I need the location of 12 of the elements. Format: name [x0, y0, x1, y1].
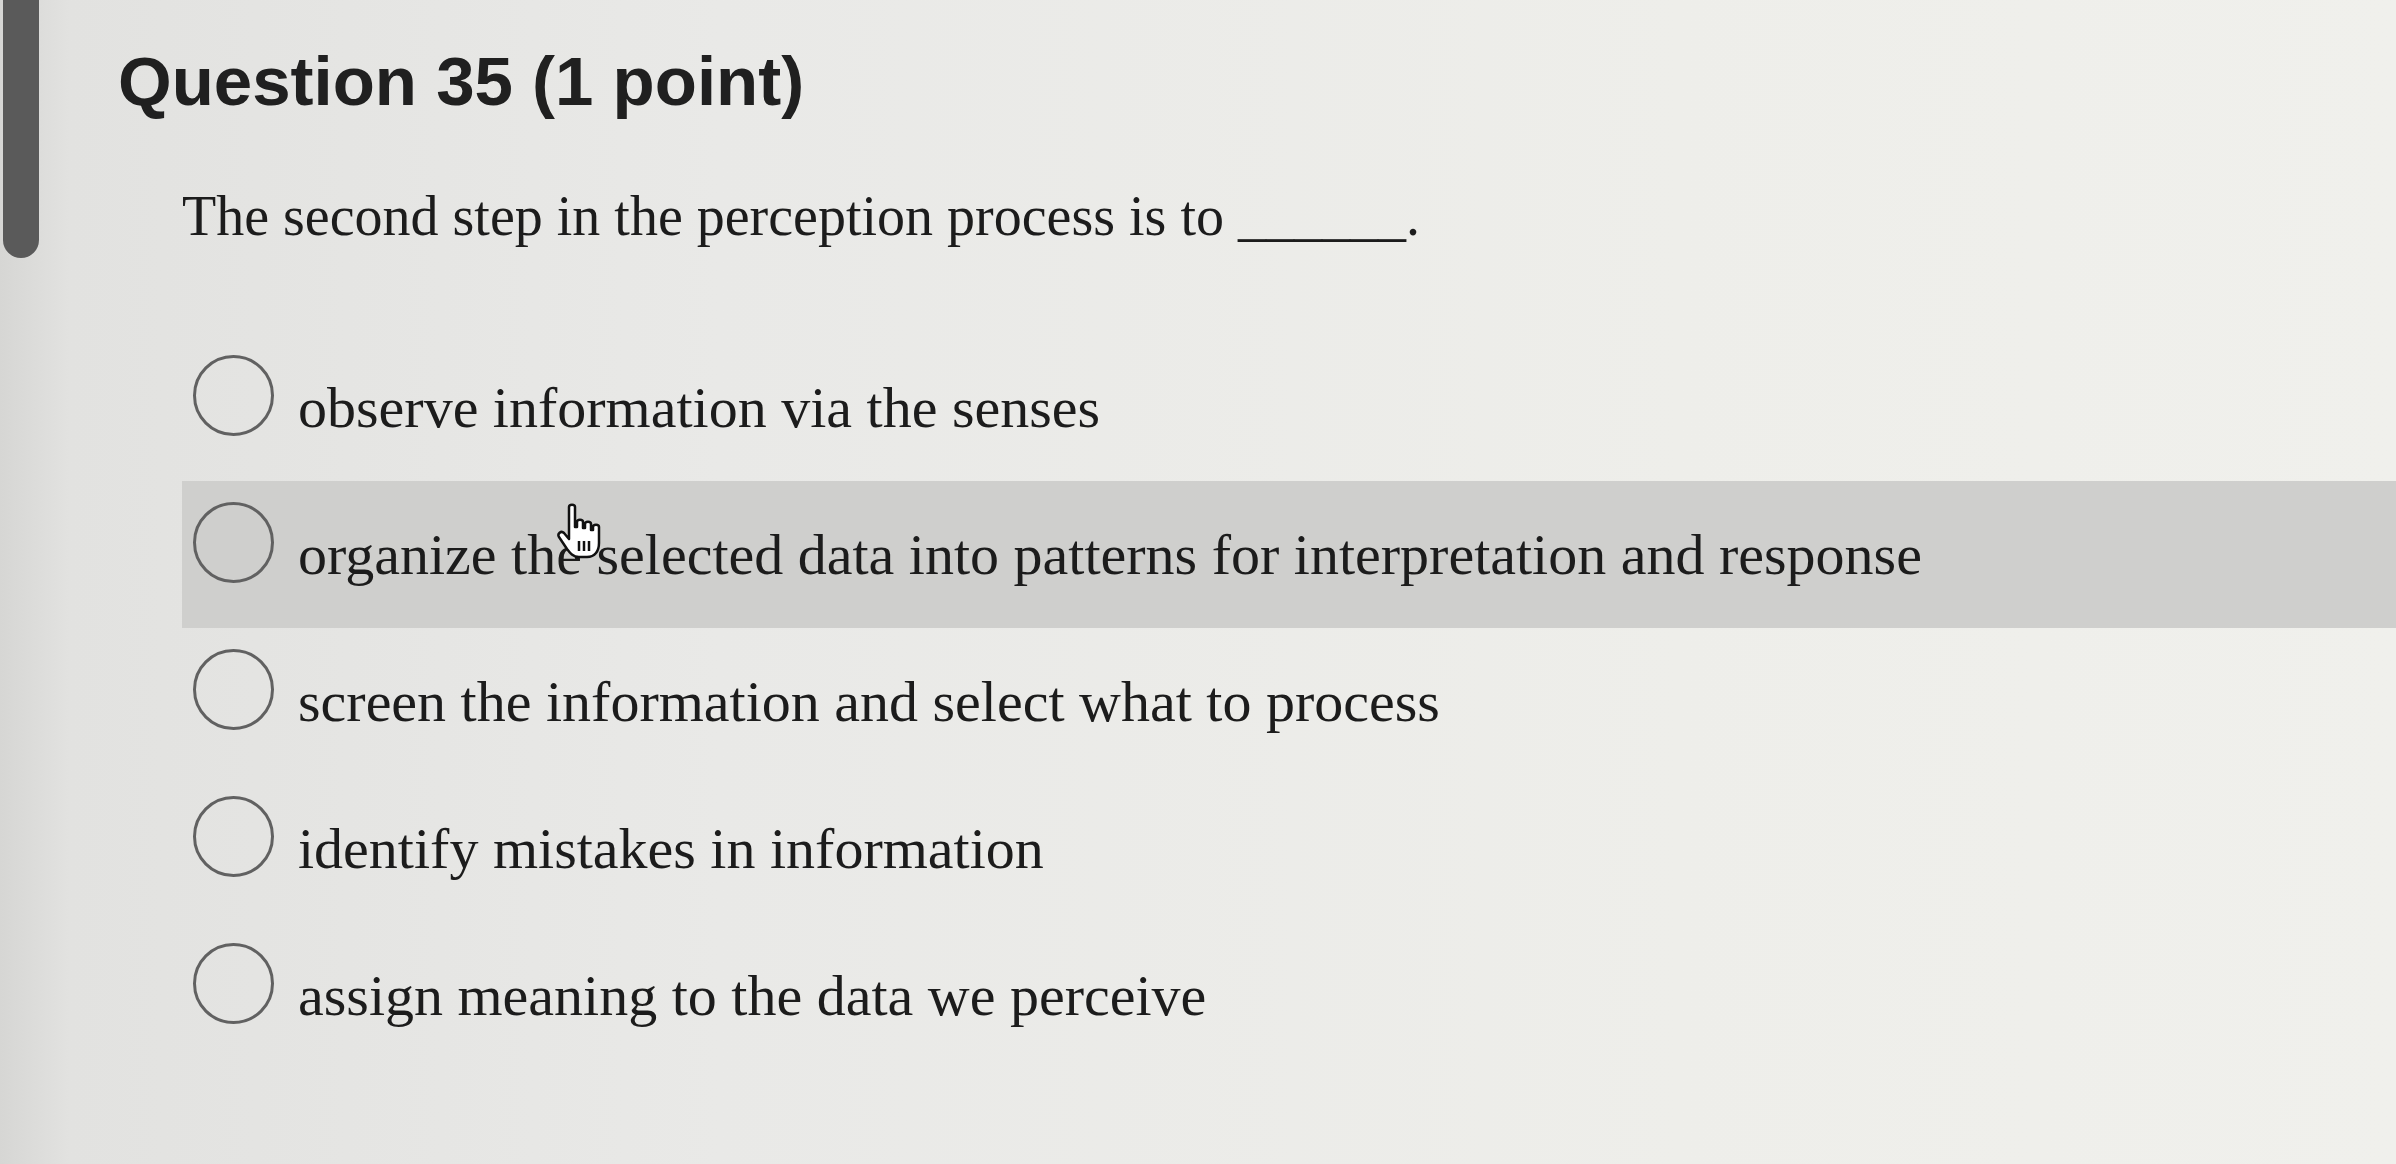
answer-option[interactable]: assign meaning to the data we perceive — [182, 922, 1231, 1069]
radio-button[interactable] — [193, 355, 274, 436]
answer-option[interactable]: observe information via the senses — [182, 334, 1125, 481]
answer-option[interactable]: screen the information and select what to process — [182, 628, 1464, 775]
radio-button[interactable] — [193, 943, 274, 1024]
answer-option[interactable]: identify mistakes in information — [182, 775, 1068, 922]
radio-button[interactable] — [193, 649, 274, 730]
scrollbar-thumb[interactable] — [3, 0, 39, 258]
question-text: The second step in the perception process is to ______. — [182, 184, 1420, 249]
question-title: Question 35 (1 point) — [118, 42, 805, 122]
radio-button[interactable] — [193, 502, 274, 583]
radio-button[interactable] — [193, 796, 274, 877]
